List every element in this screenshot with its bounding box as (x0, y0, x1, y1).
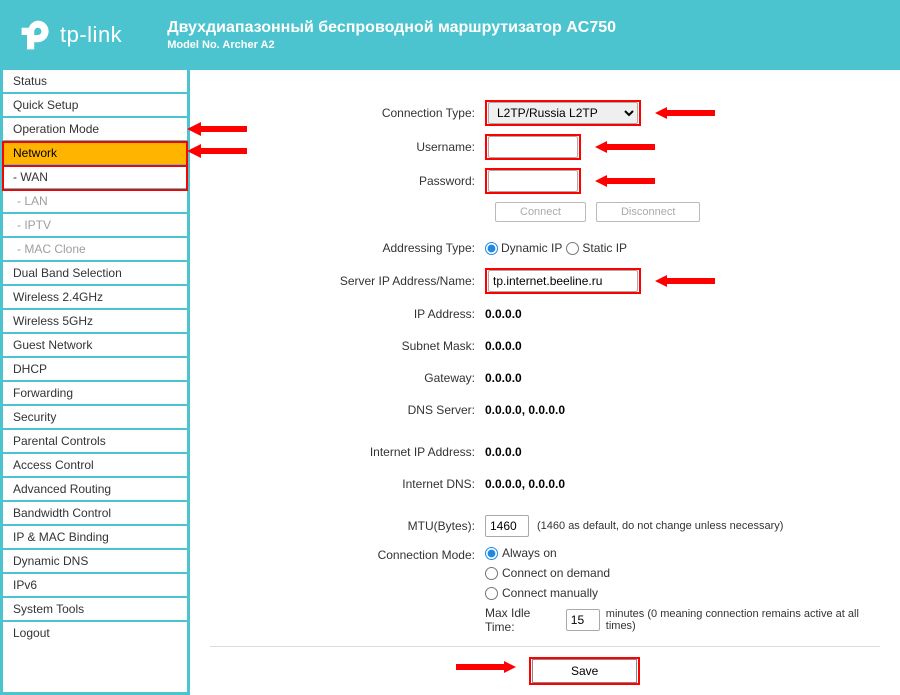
sidebar-item-ip-mac-binding[interactable]: IP & MAC Binding (3, 526, 187, 550)
inet-dns-value: 0.0.0.0, 0.0.0.0 (485, 477, 565, 491)
idle-input[interactable] (566, 609, 600, 631)
sidebar-item-advanced-routing[interactable]: Advanced Routing (3, 478, 187, 502)
sidebar-item-dual-band[interactable]: Dual Band Selection (3, 262, 187, 286)
sidebar-item-network[interactable]: Network (3, 142, 187, 166)
annotation-box (485, 134, 581, 160)
divider (210, 646, 880, 647)
dns-label: DNS Server: (210, 403, 485, 417)
sidebar-item-security[interactable]: Security (3, 406, 187, 430)
brand-logo: tp-link (18, 17, 122, 53)
sidebar-item-guest-network[interactable]: Guest Network (3, 334, 187, 358)
addressing-static-option[interactable]: Static IP (566, 241, 627, 255)
ip-address-label: IP Address: (210, 307, 485, 321)
conn-mode-always-option[interactable]: Always on (485, 546, 880, 560)
sidebar-item-parental[interactable]: Parental Controls (3, 430, 187, 454)
save-button[interactable]: Save (532, 659, 637, 683)
inet-dns-label: Internet DNS: (210, 477, 485, 491)
connection-mode-label: Connection Mode: (210, 546, 485, 562)
addressing-type-label: Addressing Type: (210, 241, 485, 255)
mtu-hint: (1460 as default, do not change unless n… (537, 520, 783, 532)
sidebar-item-wan[interactable]: - WAN (3, 166, 187, 190)
sidebar-item-quick-setup[interactable]: Quick Setup (3, 94, 187, 118)
header-titles: Двухдиапазонный беспроводной маршрутизат… (167, 19, 616, 51)
mtu-input[interactable] (485, 515, 529, 537)
idle-hint: minutes (0 meaning connection remains ac… (606, 608, 880, 632)
conn-mode-demand-option[interactable]: Connect on demand (485, 566, 880, 580)
annotation-arrow-icon (456, 659, 516, 675)
conn-mode-manual-option[interactable]: Connect manually (485, 586, 880, 600)
username-label: Username: (210, 140, 485, 154)
server-input[interactable] (488, 270, 638, 292)
username-input[interactable] (488, 136, 578, 158)
idle-label: Max Idle Time: (485, 606, 560, 634)
server-label: Server IP Address/Name: (210, 274, 485, 288)
inet-ip-value: 0.0.0.0 (485, 445, 522, 459)
sidebar-item-wireless-24[interactable]: Wireless 2.4GHz (3, 286, 187, 310)
sidebar-item-bandwidth[interactable]: Bandwidth Control (3, 502, 187, 526)
sidebar-item-dynamic-dns[interactable]: Dynamic DNS (3, 550, 187, 574)
main-content: Connection Type: L2TP/Russia L2TP Userna… (190, 70, 900, 695)
sidebar-item-operation-mode[interactable]: Operation Mode (3, 118, 187, 142)
sidebar-item-wireless-5[interactable]: Wireless 5GHz (3, 310, 187, 334)
connection-type-select[interactable]: L2TP/Russia L2TP (488, 102, 638, 124)
ip-address-value: 0.0.0.0 (485, 307, 522, 321)
conn-mode-manual-radio[interactable] (485, 587, 498, 600)
annotation-arrow-icon (595, 173, 655, 189)
subnet-value: 0.0.0.0 (485, 339, 522, 353)
sidebar-item-ipv6[interactable]: IPv6 (3, 574, 187, 598)
sidebar-item-status[interactable]: Status (3, 70, 187, 94)
gateway-label: Gateway: (210, 371, 485, 385)
model-number: Model No. Archer A2 (167, 39, 616, 51)
brand-text: tp-link (60, 22, 122, 48)
password-label: Password: (210, 174, 485, 188)
annotation-arrow-icon (655, 105, 715, 121)
annotation-box: Save (529, 657, 640, 685)
addressing-dynamic-radio[interactable] (485, 242, 498, 255)
tplink-logo-icon (18, 17, 54, 53)
inet-ip-label: Internet IP Address: (210, 445, 485, 459)
dns-value: 0.0.0.0, 0.0.0.0 (485, 403, 565, 417)
sidebar-item-forwarding[interactable]: Forwarding (3, 382, 187, 406)
annotation-arrow-icon (595, 139, 655, 155)
disconnect-button[interactable]: Disconnect (596, 202, 700, 222)
addressing-static-radio[interactable] (566, 242, 579, 255)
sidebar-item-iptv[interactable]: - IPTV (3, 214, 187, 238)
sidebar: Status Quick Setup Operation Mode Networ… (0, 70, 190, 695)
conn-mode-demand-radio[interactable] (485, 567, 498, 580)
conn-mode-always-radio[interactable] (485, 547, 498, 560)
annotation-box (485, 268, 641, 294)
annotation-box (485, 168, 581, 194)
gateway-value: 0.0.0.0 (485, 371, 522, 385)
sidebar-item-lan[interactable]: - LAN (3, 190, 187, 214)
subnet-label: Subnet Mask: (210, 339, 485, 353)
sidebar-item-system-tools[interactable]: System Tools (3, 598, 187, 622)
sidebar-item-access-control[interactable]: Access Control (3, 454, 187, 478)
connection-type-label: Connection Type: (210, 106, 485, 120)
annotation-box: L2TP/Russia L2TP (485, 100, 641, 126)
mtu-label: MTU(Bytes): (210, 519, 485, 533)
connect-button[interactable]: Connect (495, 202, 586, 222)
header: tp-link Двухдиапазонный беспроводной мар… (0, 0, 900, 70)
password-input[interactable] (488, 170, 578, 192)
sidebar-item-logout[interactable]: Logout (3, 622, 187, 644)
sidebar-item-mac-clone[interactable]: - MAC Clone (3, 238, 187, 262)
addressing-dynamic-option[interactable]: Dynamic IP (485, 241, 562, 255)
sidebar-item-dhcp[interactable]: DHCP (3, 358, 187, 382)
annotation-arrow-icon (655, 273, 715, 289)
page-title: Двухдиапазонный беспроводной маршрутизат… (167, 19, 616, 37)
